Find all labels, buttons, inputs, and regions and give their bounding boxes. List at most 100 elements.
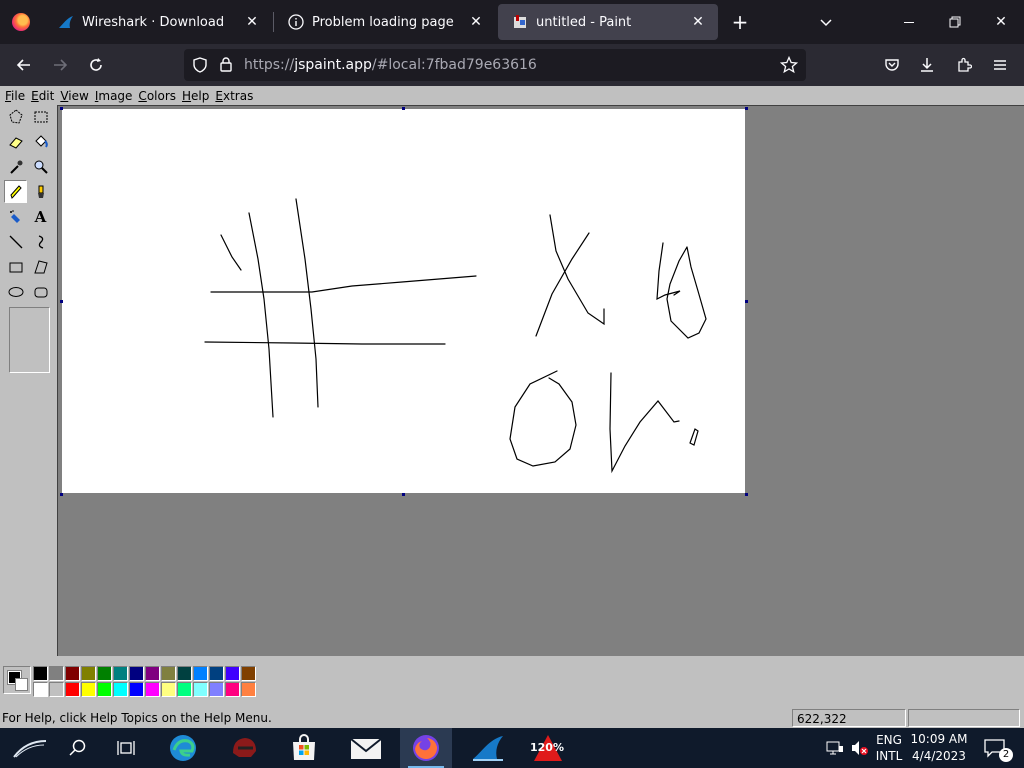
notifications-icon[interactable]: 2 (978, 728, 1013, 768)
color-swatch[interactable] (65, 666, 80, 681)
rectangle-tool-icon[interactable] (4, 255, 27, 278)
lock-icon[interactable] (219, 56, 233, 76)
color-swatch[interactable] (113, 666, 128, 681)
microsoft-store-icon[interactable] (278, 728, 330, 768)
speaker-muted-icon[interactable] (848, 728, 872, 768)
close-tab-icon[interactable]: ✕ (686, 10, 710, 34)
forward-arrow-icon[interactable] (45, 50, 75, 80)
color-swatch[interactable] (97, 682, 112, 697)
tab-wireshark[interactable]: Wireshark · Download ✕ (44, 0, 272, 44)
hamburger-menu-icon[interactable] (985, 50, 1015, 80)
color-swatch[interactable] (49, 666, 64, 681)
color-swatch[interactable] (145, 666, 160, 681)
color-swatch[interactable] (209, 666, 224, 681)
airbrush-tool-icon[interactable] (4, 205, 27, 228)
new-tab-plus-icon[interactable]: + (726, 8, 754, 36)
zoom-120-icon[interactable]: 120% (522, 728, 574, 768)
color-swatch[interactable] (193, 666, 208, 681)
polygon-tool-icon[interactable] (29, 255, 52, 278)
color-swatch[interactable] (129, 682, 144, 697)
eraser-tool-icon[interactable] (4, 130, 27, 153)
color-swatch[interactable] (49, 682, 64, 697)
resize-handle-right[interactable] (745, 300, 748, 303)
pencil-tool-icon[interactable] (4, 180, 27, 203)
menu-view[interactable]: View (57, 89, 91, 103)
back-arrow-icon[interactable] (9, 50, 39, 80)
url-text[interactable]: https://jspaint.app/#local:7fbad79e63616 (244, 57, 537, 73)
current-colors[interactable] (3, 666, 31, 694)
rectangle-select-tool-icon[interactable] (29, 105, 52, 128)
color-swatch[interactable] (161, 682, 176, 697)
clock[interactable]: 10:09 AM 4/4/2023 (908, 728, 970, 768)
color-swatch[interactable] (193, 682, 208, 697)
close-window-icon[interactable]: ✕ (978, 0, 1024, 44)
free-form-select-tool-icon[interactable] (4, 105, 27, 128)
resize-handle-corner[interactable] (745, 493, 748, 496)
color-swatch[interactable] (113, 682, 128, 697)
edge-icon[interactable] (157, 728, 209, 768)
url-bar[interactable]: https://jspaint.app/#local:7fbad79e63616 (184, 49, 806, 81)
color-swatch[interactable] (225, 682, 240, 697)
firefox-view-button[interactable] (0, 0, 42, 44)
magnifier-tool-icon[interactable] (29, 155, 52, 178)
game-helmet-icon[interactable] (218, 728, 270, 768)
ellipse-tool-icon[interactable] (4, 280, 27, 303)
color-swatch[interactable] (209, 682, 224, 697)
color-swatch[interactable] (65, 682, 80, 697)
network-icon[interactable] (822, 728, 848, 768)
selection-size (908, 709, 1020, 727)
url-host: jspaint.app (294, 57, 372, 73)
close-tab-icon[interactable]: ✕ (240, 10, 264, 34)
color-swatch[interactable] (177, 666, 192, 681)
mail-icon[interactable] (340, 728, 392, 768)
fill-bucket-tool-icon[interactable] (29, 130, 52, 153)
task-view-icon[interactable] (100, 728, 152, 768)
bookmark-star-icon[interactable] (779, 55, 799, 78)
firefox-taskbar-icon[interactable] (400, 728, 452, 768)
pocket-icon[interactable] (877, 50, 907, 80)
curve-tool-icon[interactable] (29, 230, 52, 253)
color-swatch[interactable] (225, 666, 240, 681)
input-language-indicator[interactable]: ENG INTL (872, 728, 906, 768)
line-tool-icon[interactable] (4, 230, 27, 253)
menu-colors[interactable]: Colors (135, 89, 179, 103)
text-tool-icon[interactable]: A (29, 205, 52, 228)
extensions-puzzle-icon[interactable] (949, 50, 979, 80)
close-tab-icon[interactable]: ✕ (464, 10, 488, 34)
wireshark-taskbar-icon[interactable] (462, 728, 514, 768)
color-swatch[interactable] (145, 682, 160, 697)
drawing-canvas[interactable] (62, 109, 745, 493)
tracking-protection-shield-icon[interactable] (192, 57, 208, 77)
menu-extras[interactable]: Extras (212, 89, 256, 103)
notification-count-badge: 2 (999, 748, 1013, 762)
menu-image[interactable]: Image (92, 89, 136, 103)
reload-icon[interactable] (81, 50, 111, 80)
tab-problem-loading[interactable]: Problem loading page ✕ (274, 0, 496, 44)
start-logo-icon[interactable] (4, 728, 56, 768)
list-all-tabs-chevron-down-icon[interactable] (812, 8, 840, 36)
restore-window-icon[interactable] (932, 0, 978, 44)
minimize-window-icon[interactable] (886, 0, 932, 44)
menu-file[interactable]: File (2, 89, 28, 103)
color-swatch[interactable] (81, 682, 96, 697)
search-icon[interactable] (52, 728, 104, 768)
clock-date: 4/4/2023 (912, 749, 966, 763)
color-swatch[interactable] (33, 682, 48, 697)
color-swatch[interactable] (177, 682, 192, 697)
color-swatch[interactable] (33, 666, 48, 681)
color-swatch[interactable] (97, 666, 112, 681)
color-swatch[interactable] (161, 666, 176, 681)
color-swatch[interactable] (81, 666, 96, 681)
brush-tool-icon[interactable] (29, 180, 52, 203)
downloads-icon[interactable] (912, 50, 942, 80)
color-picker-tool-icon[interactable] (4, 155, 27, 178)
menu-help[interactable]: Help (179, 89, 212, 103)
resize-handle-bottom[interactable] (402, 493, 405, 496)
menu-edit[interactable]: Edit (28, 89, 57, 103)
rounded-rectangle-tool-icon[interactable] (29, 280, 52, 303)
tab-paint[interactable]: untitled - Paint ✕ (498, 4, 718, 40)
color-swatch[interactable] (241, 682, 256, 697)
color-swatch[interactable] (241, 666, 256, 681)
tool-options-panel[interactable] (9, 307, 50, 373)
color-swatch[interactable] (129, 666, 144, 681)
